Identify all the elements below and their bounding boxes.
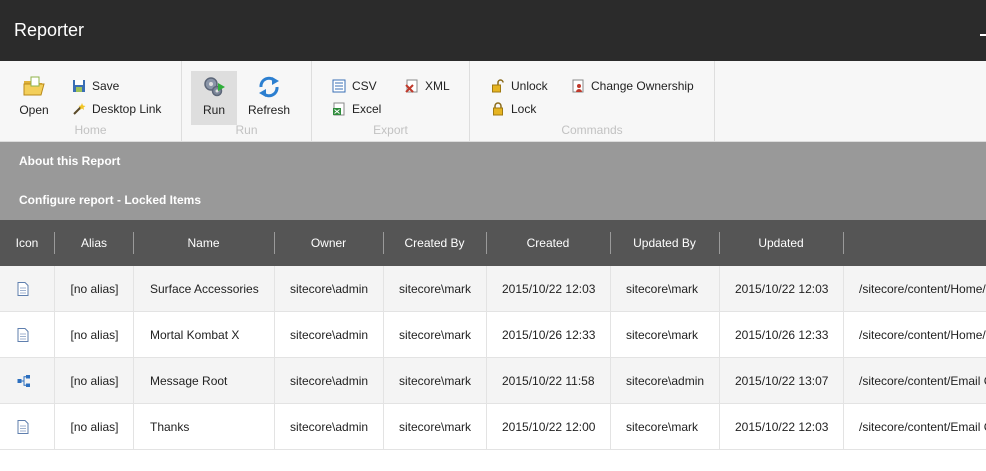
save-label: Save xyxy=(92,79,120,93)
cell-name: Surface Accessories xyxy=(133,266,274,312)
ribbon: Open Save Desktop Link Home Run Refresh … xyxy=(0,61,986,142)
open-button[interactable]: Open xyxy=(11,71,57,125)
column-header-updated-by[interactable]: Updated By xyxy=(610,220,719,266)
column-header-name[interactable]: Name xyxy=(133,220,274,266)
about-report-panel[interactable]: About this Report xyxy=(0,142,986,180)
title-bar: Reporter xyxy=(0,0,986,61)
configure-report-title: Configure report - Locked Items xyxy=(19,193,202,207)
table-row[interactable]: [no alias] Mortal Kombat X sitecore\admi… xyxy=(0,312,986,358)
column-header-path[interactable] xyxy=(843,220,986,266)
cell-path: /sitecore/content/Email C xyxy=(843,404,986,450)
cell-created-by: sitecore\mark xyxy=(383,404,486,450)
open-label: Open xyxy=(19,103,49,117)
cell-updated-by: sitecore\mark xyxy=(610,404,719,450)
app-title: Reporter xyxy=(14,20,85,40)
cell-created: 2015/10/22 11:58 xyxy=(486,358,610,404)
minimize-icon[interactable] xyxy=(980,34,986,36)
gears-run-icon xyxy=(204,77,225,97)
ribbon-group-run: Run Refresh Run xyxy=(182,61,312,141)
refresh-button[interactable]: Refresh xyxy=(246,71,292,125)
cell-updated: 2015/10/22 12:03 xyxy=(719,404,843,450)
ribbon-group-run-label: Run xyxy=(235,123,258,137)
run-label: Run xyxy=(202,103,225,117)
about-report-title: About this Report xyxy=(19,154,121,168)
cell-path: /sitecore/content/Home/ xyxy=(843,266,986,312)
csv-label: CSV xyxy=(352,79,377,93)
table-row[interactable]: [no alias] Surface Accessories sitecore\… xyxy=(0,266,986,312)
document-icon xyxy=(0,266,54,312)
run-button[interactable]: Run xyxy=(191,71,237,125)
cell-path: /sitecore/content/Email C xyxy=(843,358,986,404)
cell-owner: sitecore\admin xyxy=(274,358,383,404)
document-icon xyxy=(0,312,54,358)
change-ownership-label: Change Ownership xyxy=(591,79,694,93)
magic-wand-icon xyxy=(73,103,86,115)
cell-updated: 2015/10/22 13:07 xyxy=(719,358,843,404)
configure-report-panel[interactable]: Configure report - Locked Items xyxy=(0,180,986,220)
table-row[interactable]: [no alias] Thanks sitecore\admin sitecor… xyxy=(0,404,986,450)
column-header-created-by[interactable]: Created By xyxy=(383,220,486,266)
table-header: Icon Alias Name Owner Created By Created… xyxy=(0,220,986,266)
column-header-icon[interactable]: Icon xyxy=(0,220,54,266)
lock-icon xyxy=(493,102,503,116)
column-header-created[interactable]: Created xyxy=(486,220,610,266)
cell-name: Message Root xyxy=(133,358,274,404)
column-header-alias[interactable]: Alias xyxy=(54,220,134,266)
excel-label: Excel xyxy=(352,102,382,116)
save-icon xyxy=(73,80,85,92)
cell-created: 2015/10/22 12:03 xyxy=(486,266,610,312)
document-icon xyxy=(0,404,54,450)
change-ownership-icon xyxy=(572,79,584,93)
ribbon-group-home-label: Home xyxy=(74,123,107,137)
unlock-label: Unlock xyxy=(511,79,548,93)
cell-updated-by: sitecore\admin xyxy=(610,358,719,404)
xml-icon xyxy=(405,79,418,93)
cell-owner: sitecore\admin xyxy=(274,312,383,358)
cell-owner: sitecore\admin xyxy=(274,266,383,312)
ribbon-group-export: CSV XML Excel Export xyxy=(312,61,470,141)
column-header-updated[interactable]: Updated xyxy=(719,220,843,266)
cell-name: Thanks xyxy=(133,404,274,450)
cell-updated-by: sitecore\mark xyxy=(610,266,719,312)
cell-path: /sitecore/content/Home/ xyxy=(843,312,986,358)
cell-updated-by: sitecore\mark xyxy=(610,312,719,358)
cell-alias: [no alias] xyxy=(54,312,134,358)
refresh-label: Refresh xyxy=(247,103,291,117)
ribbon-group-home: Open Save Desktop Link Home xyxy=(0,61,182,141)
folder-open-icon xyxy=(23,76,45,96)
lock-label: Lock xyxy=(511,102,537,116)
excel-icon xyxy=(333,102,345,116)
cell-created-by: sitecore\mark xyxy=(383,312,486,358)
cell-created: 2015/10/26 12:33 xyxy=(486,312,610,358)
cell-updated: 2015/10/26 12:33 xyxy=(719,312,843,358)
cell-updated: 2015/10/22 12:03 xyxy=(719,266,843,312)
hierarchy-icon xyxy=(0,358,54,404)
csv-icon xyxy=(332,79,346,93)
desktop-link-label: Desktop Link xyxy=(92,102,162,116)
cell-name: Mortal Kombat X xyxy=(133,312,274,358)
ribbon-group-commands-label: Commands xyxy=(561,123,623,137)
xml-label: XML xyxy=(425,79,450,93)
cell-alias: [no alias] xyxy=(54,404,134,450)
cell-alias: [no alias] xyxy=(54,266,134,312)
cell-alias: [no alias] xyxy=(54,358,134,404)
cell-created: 2015/10/22 12:00 xyxy=(486,404,610,450)
unlock-icon xyxy=(492,79,504,93)
ribbon-group-export-label: Export xyxy=(373,123,408,137)
cell-owner: sitecore\admin xyxy=(274,404,383,450)
cell-created-by: sitecore\mark xyxy=(383,266,486,312)
column-header-owner[interactable]: Owner xyxy=(274,220,383,266)
refresh-icon xyxy=(259,76,279,98)
cell-created-by: sitecore\mark xyxy=(383,358,486,404)
table-row[interactable]: [no alias] Message Root sitecore\admin s… xyxy=(0,358,986,404)
ribbon-group-commands: Unlock Change Ownership Lock Commands xyxy=(470,61,715,141)
